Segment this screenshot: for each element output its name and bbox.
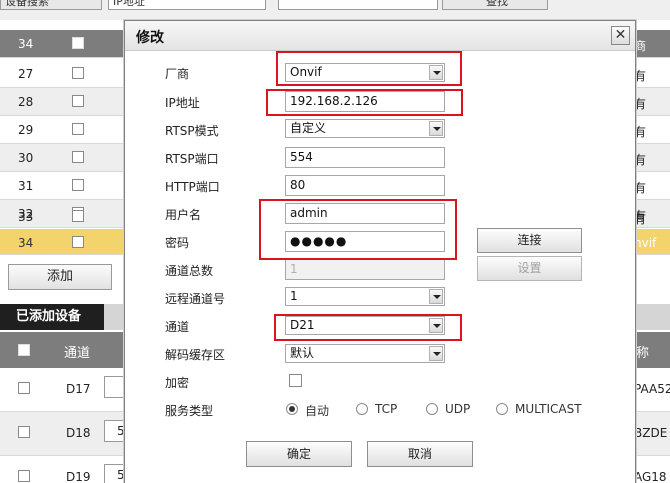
select-all-checkbox[interactable] (72, 37, 84, 49)
username-label: 用户名 (165, 208, 202, 222)
password-label: 密码 (165, 236, 190, 250)
item-name: BZDE (634, 426, 668, 440)
search-type-select[interactable]: IP地址 (108, 0, 266, 10)
item-checkbox[interactable] (18, 426, 30, 438)
service-radio-multicast[interactable] (496, 403, 508, 415)
device-search-label: 设备搜索 (0, 0, 102, 10)
chevron-down-icon[interactable] (429, 289, 443, 304)
cancel-button[interactable]: 取消 (367, 441, 473, 467)
item-name: PAA52 (634, 382, 670, 396)
row-checkbox[interactable] (72, 210, 84, 222)
item-channel: D17 (66, 382, 91, 396)
decode-buffer-value: 默认 (290, 346, 315, 360)
encrypt-label: 加密 (165, 376, 190, 390)
chevron-down-icon[interactable] (429, 346, 443, 361)
row-num: 34 (18, 236, 34, 250)
service-type-label: 服务类型 (165, 404, 214, 418)
service-radio-tcp[interactable] (356, 403, 368, 415)
highlight-credentials (259, 199, 457, 260)
search-input[interactable] (278, 0, 438, 10)
remote-channel-select[interactable]: 1 (285, 287, 445, 306)
remote-channel-label: 远程通道号 (165, 292, 226, 306)
remote-channel-value: 1 (290, 289, 298, 303)
row-checkbox[interactable] (72, 179, 84, 191)
row-num: 27 (18, 67, 34, 81)
row-checkbox[interactable] (72, 123, 84, 135)
encrypt-checkbox[interactable] (289, 374, 302, 387)
channel-total-label: 通道总数 (165, 264, 214, 278)
rtsp-mode-label: RTSP模式 (165, 124, 219, 138)
row-checkbox[interactable] (72, 236, 84, 248)
row-checkbox[interactable] (72, 67, 84, 79)
item-channel: D18 (66, 426, 91, 440)
item-checkbox[interactable] (18, 382, 30, 394)
service-radio-auto[interactable] (286, 403, 298, 415)
rtsp-port-field[interactable]: 554 (285, 147, 445, 168)
ok-button[interactable]: 确定 (246, 441, 352, 467)
service-option-label: UDP (445, 402, 471, 416)
vendor-label: 厂商 (165, 67, 190, 81)
row-checkbox[interactable] (72, 95, 84, 107)
service-option-label: MULTICAST (515, 402, 582, 416)
row-right: nvif (634, 236, 657, 250)
dialog-titlebar[interactable]: 修改 ✕ (125, 21, 635, 51)
decode-buffer-label: 解码缓存区 (165, 348, 226, 362)
search-bar: 设备搜索 IP地址 查找 (0, 0, 670, 20)
header-name: 称 (636, 346, 650, 361)
item-channel: D19 (66, 470, 91, 483)
dialog-title: 修改 (136, 30, 164, 46)
item-name: AG18 (634, 470, 667, 483)
row-num: 30 (18, 151, 34, 165)
search-button[interactable]: 查找 (442, 0, 548, 10)
highlight-vendor (276, 51, 462, 86)
modify-dialog: 修改 ✕ 厂商 Onvif IP地址 192.168.2.126 RTSP模式 … (124, 20, 636, 483)
http-port-field[interactable]: 80 (285, 175, 445, 196)
row-num: 28 (18, 95, 34, 109)
decode-buffer-select[interactable]: 默认 (285, 344, 445, 363)
close-icon[interactable]: ✕ (611, 26, 630, 45)
service-option-label: TCP (375, 402, 398, 416)
row-num: 29 (18, 123, 34, 137)
service-radio-udp[interactable] (426, 403, 438, 415)
added-select-all-checkbox[interactable] (18, 344, 30, 356)
chevron-down-icon[interactable] (429, 121, 443, 136)
header-num: 34 (18, 37, 34, 51)
row-num: 31 (18, 179, 34, 193)
rtsp-mode-select[interactable]: 自定义 (285, 119, 445, 138)
row-num: 33 (18, 210, 34, 224)
rtsp-mode-value: 自定义 (290, 121, 327, 135)
connect-button[interactable]: 连接 (477, 228, 582, 253)
ip-label: IP地址 (165, 96, 200, 110)
row-checkbox[interactable] (72, 151, 84, 163)
settings-button[interactable]: 设置 (477, 256, 582, 281)
rtsp-port-label: RTSP端口 (165, 152, 219, 166)
header-channel: 通道 (64, 346, 91, 361)
channel-total-field: 1 (285, 259, 445, 280)
highlight-channel (274, 314, 462, 341)
tab-added-devices[interactable]: 已添加设备 (0, 304, 104, 330)
channel-label: 通道 (165, 320, 190, 334)
item-checkbox[interactable] (18, 470, 30, 482)
service-option-label: 自动 (305, 404, 330, 418)
add-button[interactable]: 添加 (8, 264, 112, 290)
http-port-label: HTTP端口 (165, 180, 220, 194)
highlight-ip (266, 89, 463, 116)
